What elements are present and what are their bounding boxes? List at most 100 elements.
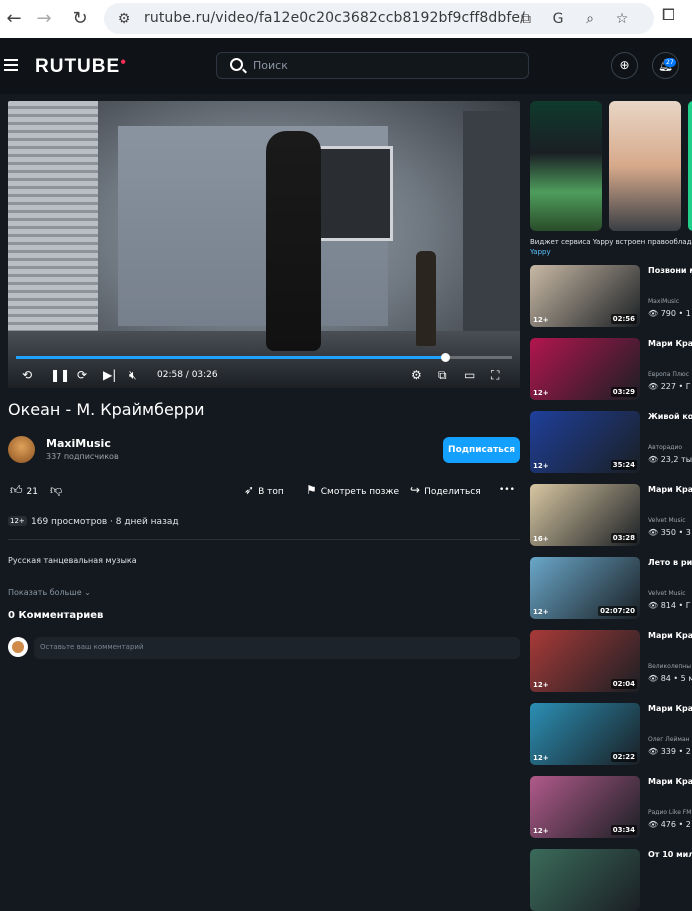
recommendation-channel[interactable]: Velvet Music	[648, 517, 692, 524]
pause-icon[interactable]: ❚❚	[50, 368, 70, 382]
recommendation-item[interactable]: 12+ 02:56 Позвони м позвони dj MaxiMusic 👁︎ …	[530, 265, 692, 327]
age-rating-badge: 12+	[533, 827, 549, 835]
recommendation-item[interactable]: От 10 мил выше: Мари	[530, 849, 692, 911]
recommendation-views: 👁︎ 814 • Г	[648, 601, 691, 610]
recommendation-views: 👁︎ 350 • 3	[648, 528, 691, 537]
progress-handle[interactable]	[440, 353, 450, 362]
recommendation-title[interactable]: Мари Край Океан | ка	[648, 704, 692, 714]
recommendation-item[interactable]: 12+ 03:29 Мари Край — Океан // Европа Плюс 👁…	[530, 338, 692, 400]
show-more-link[interactable]: Показать больше ⌄	[8, 588, 91, 597]
bookmark-star-icon[interactable]: ☆	[612, 9, 632, 29]
recommendation-channel[interactable]: Радио Like FM	[648, 809, 692, 816]
video-time: 02:58 / 03:26	[157, 370, 218, 380]
short-card[interactable]	[688, 101, 692, 231]
forward-10-icon[interactable]: ⟳	[77, 368, 87, 382]
watch-later-button[interactable]: ⚑ Смотреть позже	[306, 484, 399, 498]
mute-icon[interactable]: 🔇︎	[129, 368, 137, 382]
url-text[interactable]: rutube.ru/video/fa12e0c20c3682ccb8192bf9…	[144, 10, 525, 26]
thumbs-up-icon: 👍︎	[10, 483, 23, 497]
recommendation-thumbnail[interactable]: 12+ 03:34	[530, 776, 640, 838]
theater-mode-icon[interactable]: ▭	[464, 368, 475, 382]
duration-badge: 35:24	[610, 460, 637, 470]
recommendation-item[interactable]: 12+ 02:07:20 Лето в рит Velvet'а: МА Velvet…	[530, 557, 692, 619]
more-options-icon[interactable]: •••	[499, 484, 515, 496]
share-icon: ↪	[410, 483, 421, 497]
recommendation-channel[interactable]: Авторадио	[648, 444, 692, 451]
recommendation-title[interactable]: Мари Край Океан (offi	[648, 485, 692, 495]
recommendation-title[interactable]: Мари Краймб	[648, 631, 692, 641]
comment-input[interactable]: Оставьте ваш комментарий	[34, 637, 520, 659]
pip-icon[interactable]: ⧉	[438, 368, 447, 382]
reload-icon[interactable]: ↻	[66, 5, 94, 33]
video-frame	[266, 131, 321, 351]
video-description: Русская танцевальная музыка	[8, 556, 137, 565]
duration-badge: 02:07:20	[598, 606, 637, 616]
recommendation-thumbnail[interactable]: 12+ 02:04	[530, 630, 640, 692]
recommendation-thumbnail[interactable]: 12+ 02:56	[530, 265, 640, 327]
recommendation-thumbnail[interactable]: 12+ 02:07:20	[530, 557, 640, 619]
age-rating-badge: 16+	[533, 535, 549, 543]
open-external-icon[interactable]: ⧉	[516, 9, 536, 29]
recommendation-item[interactable]: 12+ 35:24 Живой кон Мари Край Авторадио 👁︎ 2…	[530, 411, 692, 473]
video-title: Океан - М. Краймберри	[8, 400, 205, 419]
back-icon[interactable]: ←	[0, 5, 28, 33]
recommendation-item[interactable]: 12+ 03:34 Мари Край Океан (LIKI Радио Like …	[530, 776, 692, 838]
share-button[interactable]: ↪ Поделиться	[410, 484, 481, 498]
thumbs-down-icon: 👎︎	[50, 483, 63, 497]
recommendation-item[interactable]: 12+ 02:22 Мари Край Океан | ка Олег Лейман 👁…	[530, 703, 692, 765]
video-frame	[463, 111, 520, 331]
to-top-button[interactable]: ➶ В топ	[244, 484, 284, 498]
recommendation-title[interactable]: Живой кон Мари Край	[648, 412, 692, 422]
recommendation-views: 👁︎ 339 • 2	[648, 747, 691, 756]
age-rating-badge: 12+	[8, 516, 27, 526]
yappy-shorts-widget[interactable]	[530, 101, 692, 231]
recommendation-thumbnail[interactable]: 12+ 03:29	[530, 338, 640, 400]
recommendation-title[interactable]: Лето в рит Velvet'а: МА	[648, 558, 692, 568]
recommendation-title[interactable]: От 10 мил выше: Мари	[648, 850, 692, 860]
recommendation-channel[interactable]: Великолепны	[648, 663, 692, 670]
recommendation-title[interactable]: Позвони м позвони dj	[648, 266, 692, 276]
recommendation-channel[interactable]: MaxiMusic	[648, 298, 692, 305]
recommendation-title[interactable]: Мари Край Океан (LIKI	[648, 777, 692, 787]
recommendation-title[interactable]: Мари Край — Океан //	[648, 339, 692, 349]
menu-icon[interactable]	[4, 59, 18, 71]
recommendation-thumbnail[interactable]: 12+ 35:24	[530, 411, 640, 473]
extensions-icon[interactable]: ⧠	[662, 5, 675, 25]
channel-avatar[interactable]	[8, 436, 35, 463]
address-bar[interactable]: ⚙ rutube.ru/video/fa12e0c20c3682ccb8192b…	[104, 3, 654, 34]
video-player[interactable]	[8, 101, 520, 388]
duration-badge: 03:29	[610, 387, 637, 397]
subscribe-button[interactable]: Подписаться	[443, 437, 520, 463]
search-input[interactable]: Поиск	[216, 52, 529, 79]
recommendation-thumbnail[interactable]: 16+ 03:28	[530, 484, 640, 546]
video-frame	[8, 101, 98, 331]
user-avatar	[8, 637, 28, 657]
recommendation-item[interactable]: 16+ 03:28 Мари Край Океан (offi Velvet Musi…	[530, 484, 692, 546]
recommendation-channel[interactable]: Европа Плюс	[648, 371, 692, 378]
site-info-icon[interactable]: ⚙	[114, 9, 134, 29]
recommendation-channel[interactable]: Velvet Music	[648, 590, 692, 597]
dislike-button[interactable]: 👎︎	[50, 484, 66, 498]
channel-name[interactable]: MaxiMusic	[46, 437, 111, 450]
recommendation-thumbnail[interactable]: 12+ 02:22	[530, 703, 640, 765]
fullscreen-icon[interactable]: ⛶	[491, 368, 499, 382]
settings-icon[interactable]: ⚙	[411, 368, 422, 382]
upload-icon[interactable]: ⊕	[611, 52, 638, 79]
zoom-icon[interactable]: ⌕	[580, 9, 600, 29]
like-button[interactable]: 👍︎ 21	[10, 484, 38, 498]
short-card[interactable]	[530, 101, 602, 231]
rewind-10-icon[interactable]: ⟲	[22, 368, 32, 382]
recommendation-channel[interactable]: Олег Лейман	[648, 736, 692, 743]
forward-icon[interactable]: →	[30, 5, 58, 33]
translate-icon[interactable]: G	[548, 9, 568, 29]
bookmark-icon: ⚑	[306, 483, 317, 497]
next-icon[interactable]: ▶|	[103, 368, 116, 382]
recommendation-thumbnail[interactable]	[530, 849, 640, 911]
age-rating-badge: 12+	[533, 754, 549, 762]
short-card[interactable]	[609, 101, 681, 231]
age-rating-badge: 12+	[533, 462, 549, 470]
rutube-logo[interactable]: RUTUBE●	[35, 56, 127, 78]
recommendation-item[interactable]: 12+ 02:04 Мари Краймб Великолепны 👁︎ 84 • 5 …	[530, 630, 692, 692]
progress-bar[interactable]	[16, 353, 512, 362]
search-icon[interactable]	[230, 58, 243, 71]
